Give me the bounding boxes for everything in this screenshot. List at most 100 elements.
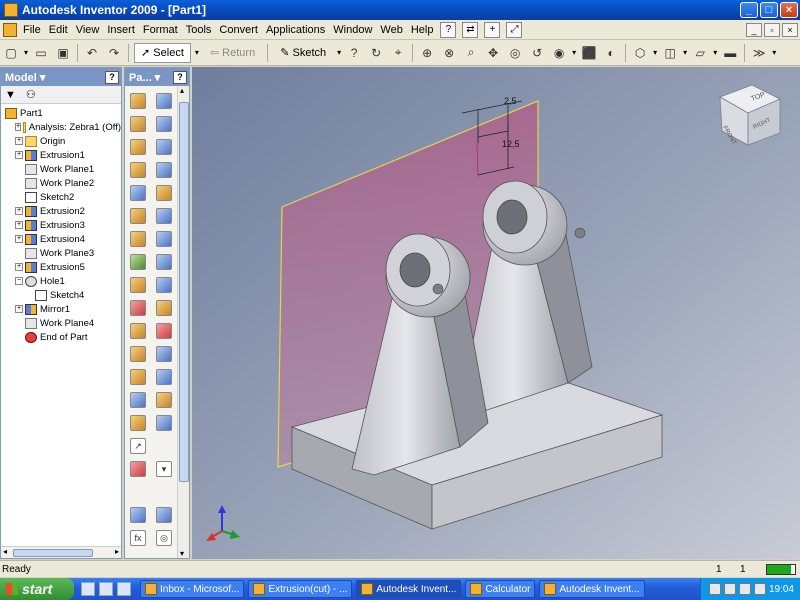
tree-node[interactable]: + Extrusion2 <box>1 204 121 218</box>
doc-restore-button[interactable]: ▫ <box>764 22 780 37</box>
redo-icon[interactable]: ↷ <box>105 44 123 62</box>
pan-icon[interactable]: ✥ <box>484 44 502 62</box>
volume-tray-icon[interactable] <box>753 583 766 595</box>
scroll-up-arrow-icon[interactable]: ▴ <box>180 86 184 95</box>
menu-convert[interactable]: Convert <box>215 24 262 36</box>
tree-expander-icon[interactable]: + <box>15 235 23 243</box>
menu-file[interactable]: File <box>19 24 45 36</box>
face-draft-tool-icon[interactable] <box>130 276 146 293</box>
derive-tool-icon[interactable] <box>156 184 172 201</box>
graphics-window[interactable]: 2,5 12,5 TOP FRONT RIGHT <box>192 67 800 559</box>
task-autodesk-inventor-1[interactable]: Autodesk Invent... <box>356 580 462 598</box>
new-file-icon[interactable]: ▢ <box>2 44 20 62</box>
tree-node[interactable]: Sketch4 <box>1 288 121 302</box>
tree-node[interactable]: + Extrusion5 <box>1 260 121 274</box>
mail-tray-icon[interactable] <box>723 583 736 595</box>
work-point-tool-icon[interactable] <box>156 414 172 431</box>
help-query-icon[interactable]: ? <box>440 21 457 38</box>
return-button[interactable]: ⇦ Return <box>203 43 262 63</box>
fillet-tool-icon[interactable] <box>156 276 172 293</box>
circular-pattern-tool-icon[interactable] <box>156 368 172 385</box>
parameters-tool[interactable]: fx <box>130 529 146 546</box>
ucs-dropdown-chevron-icon[interactable]: ▾ <box>156 460 172 477</box>
section-icon[interactable]: ◫ <box>661 44 679 62</box>
scroll-down-arrow-icon[interactable]: ▾ <box>180 549 184 558</box>
menu-edit[interactable]: Edit <box>45 24 72 36</box>
panel-scroll-thumb[interactable] <box>179 102 189 482</box>
document-icon[interactable] <box>3 22 17 37</box>
tree-node[interactable]: Part1 <box>1 106 121 120</box>
move-face-tool-icon[interactable] <box>130 345 146 362</box>
tree-node[interactable]: − Hole1 <box>1 274 121 288</box>
expand-icon[interactable]: ⤢ <box>506 21 523 38</box>
camera-dropdown-chevron-icon[interactable]: ▾ <box>653 48 657 57</box>
snap-fit-tool-icon[interactable] <box>130 253 146 270</box>
coil-tool-icon[interactable] <box>156 161 172 178</box>
grill-tool-icon[interactable] <box>156 207 172 224</box>
tree-expander-icon[interactable]: + <box>15 207 23 215</box>
tree-node[interactable]: Work Plane4 <box>1 316 121 330</box>
tree-expander-icon[interactable]: + <box>15 263 23 271</box>
replace-face-tool-icon[interactable] <box>156 345 172 362</box>
view-dropdown-chevron-icon[interactable]: ▾ <box>572 48 576 57</box>
dimension-label-a[interactable]: 2,5 <box>504 96 517 106</box>
tree-expander-icon[interactable]: + <box>15 221 23 229</box>
filter-icon[interactable]: ▼ <box>5 89 16 101</box>
camera-icon[interactable]: ⬡ <box>631 44 649 62</box>
mirror-tool-icon[interactable] <box>130 391 146 408</box>
sketch-tool-icon[interactable]: ↗ <box>130 437 146 454</box>
menu-insert[interactable]: Insert <box>103 24 139 36</box>
zoom-all-icon[interactable]: ⊕ <box>418 44 436 62</box>
menu-format[interactable]: Format <box>139 24 182 36</box>
menu-tools[interactable]: Tools <box>182 24 216 36</box>
plane-dropdown-chevron-icon[interactable]: ▾ <box>713 48 717 57</box>
derived-component-tool-icon[interactable] <box>156 506 172 523</box>
sketch-dropdown-chevron-icon[interactable]: ▾ <box>337 48 341 57</box>
menu-help[interactable]: Help <box>407 24 438 36</box>
boss-tool-icon[interactable] <box>130 230 146 247</box>
rib-tool-icon[interactable] <box>130 138 146 155</box>
explorer-quicklaunch-icon[interactable] <box>99 582 113 596</box>
more-dropdown-chevron-icon[interactable]: ▾ <box>772 48 776 57</box>
maximize-button[interactable]: □ <box>760 2 778 18</box>
ucs-tool-icon[interactable] <box>130 460 146 477</box>
doc-minimize-button[interactable]: _ <box>746 22 762 37</box>
model-tree-horizontal-scrollbar[interactable]: ◂ ▸ <box>1 546 121 558</box>
tree-node[interactable]: Work Plane2 <box>1 176 121 190</box>
more-tools-icon[interactable]: ≫ <box>750 44 768 62</box>
sketch-button[interactable]: ✎ Sketch <box>273 43 333 63</box>
work-plane-tool-icon[interactable] <box>156 391 172 408</box>
panel-bar-header[interactable]: Pa... ▾ ? <box>125 68 189 86</box>
find-binoculars-icon[interactable]: ⚇ <box>26 88 36 101</box>
network-tray-icon[interactable] <box>738 583 751 595</box>
look-at-icon[interactable]: ◉ <box>550 44 568 62</box>
app-icon[interactable] <box>4 3 18 17</box>
color-style-icon[interactable]: ▬ <box>721 44 739 62</box>
tree-expander-icon[interactable]: + <box>15 151 23 159</box>
view-catalog-icon[interactable]: ◎ <box>156 529 172 546</box>
menu-applications[interactable]: Applications <box>262 24 329 36</box>
loft-tool-icon[interactable] <box>156 138 172 155</box>
panel-bar-scrollbar[interactable]: ▴ ▾ <box>177 86 189 558</box>
scroll-left-arrow-icon[interactable]: ◂ <box>3 547 7 556</box>
menu-web[interactable]: Web <box>376 24 406 36</box>
close-button[interactable]: × <box>780 2 798 18</box>
task-inbox[interactable]: Inbox - Microsof... <box>140 580 245 598</box>
save-icon[interactable]: ▣ <box>54 44 72 62</box>
work-axis-tool-icon[interactable] <box>130 414 146 431</box>
menu-window[interactable]: Window <box>329 24 376 36</box>
extrude-tool-icon[interactable] <box>130 92 146 109</box>
chamfer-tool-icon[interactable] <box>130 299 146 316</box>
zoom-selected-icon[interactable]: ◎ <box>506 44 524 62</box>
tree-expander-icon[interactable]: + <box>15 137 23 145</box>
outlook-quicklaunch-icon[interactable] <box>81 582 95 596</box>
add-icon[interactable]: + <box>484 21 501 38</box>
dimension-label-b[interactable]: 12,5 <box>502 139 520 149</box>
task-calculator[interactable]: Calculator <box>465 580 536 598</box>
orbit-icon[interactable]: ↺ <box>528 44 546 62</box>
sweep-tool-icon[interactable] <box>130 161 146 178</box>
scroll-thumb[interactable] <box>13 549 93 557</box>
tree-node[interactable]: + Origin <box>1 134 121 148</box>
start-button[interactable]: start <box>0 578 74 600</box>
plane-icon[interactable]: ▱ <box>691 44 709 62</box>
